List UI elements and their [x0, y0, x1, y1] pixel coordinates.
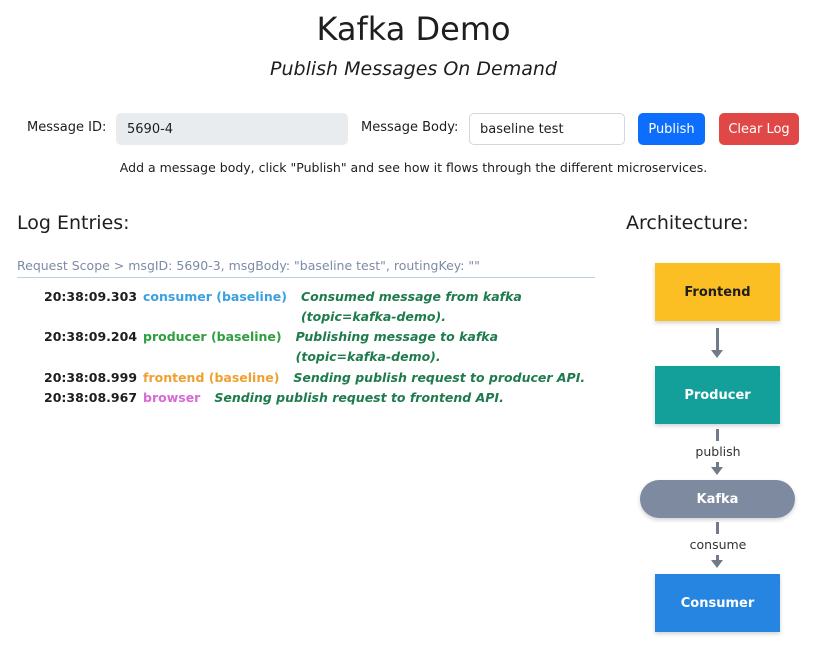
- clear-log-button[interactable]: Clear Log: [719, 113, 799, 145]
- message-id-field[interactable]: [116, 113, 348, 145]
- log-entries-heading: Log Entries:: [17, 212, 130, 234]
- log-entry: 20:38:09.303 consumer (baseline) Consume…: [44, 287, 601, 327]
- arrow-frontend-producer: [716, 328, 719, 350]
- producer-box: Producer: [655, 366, 780, 424]
- log-timestamp: 20:38:09.303: [44, 289, 138, 304]
- kafka-box: Kafka: [640, 480, 795, 518]
- log-timestamp: 20:38:09.204: [44, 329, 138, 344]
- log-message: Sending publish request to producer API.: [293, 370, 586, 385]
- page-subtitle: Publish Messages On Demand: [270, 58, 557, 80]
- publish-button[interactable]: Publish: [638, 113, 705, 145]
- message-body-label: Message Body:: [361, 120, 459, 135]
- arrow-producer-kafka: [716, 429, 719, 441]
- log-service: browser: [143, 390, 201, 405]
- log-message: Publishing message to kafka (topic=kafka…: [295, 329, 499, 364]
- frontend-box: Frontend: [655, 263, 780, 321]
- instructions-text: Add a message body, click "Publish" and …: [119, 160, 708, 175]
- arrow-head-icon: [711, 350, 723, 358]
- arrow-kafka-consumer: [716, 522, 719, 534]
- page-title: Kafka Demo: [316, 10, 511, 48]
- log-entry: 20:38:08.999 frontend (baseline) Sending…: [44, 368, 585, 388]
- log-timestamp: 20:38:08.967: [44, 390, 138, 405]
- consume-label: consume: [689, 537, 747, 552]
- log-message: Consumed message from kafka (topic=kafka…: [300, 289, 522, 324]
- architecture-heading: Architecture:: [626, 212, 749, 234]
- arrow-head-icon: [711, 467, 723, 475]
- log-service: producer (baseline): [143, 329, 282, 344]
- log-timestamp: 20:38:08.999: [44, 370, 138, 385]
- request-scope-header: Request Scope > msgID: 5690-3, msgBody: …: [17, 258, 595, 278]
- log-message: Sending publish request to frontend API.: [214, 390, 504, 405]
- arrow-head-icon: [711, 560, 723, 568]
- log-entry: 20:38:08.967 browser Sending publish req…: [44, 388, 504, 408]
- consumer-box: Consumer: [655, 574, 780, 632]
- message-id-label: Message ID:: [27, 120, 107, 135]
- message-body-field[interactable]: [469, 113, 625, 145]
- publish-label: publish: [695, 444, 741, 459]
- log-service: consumer (baseline): [143, 289, 287, 304]
- log-entry: 20:38:09.204 producer (baseline) Publish…: [44, 327, 586, 367]
- log-service: frontend (baseline): [143, 370, 280, 385]
